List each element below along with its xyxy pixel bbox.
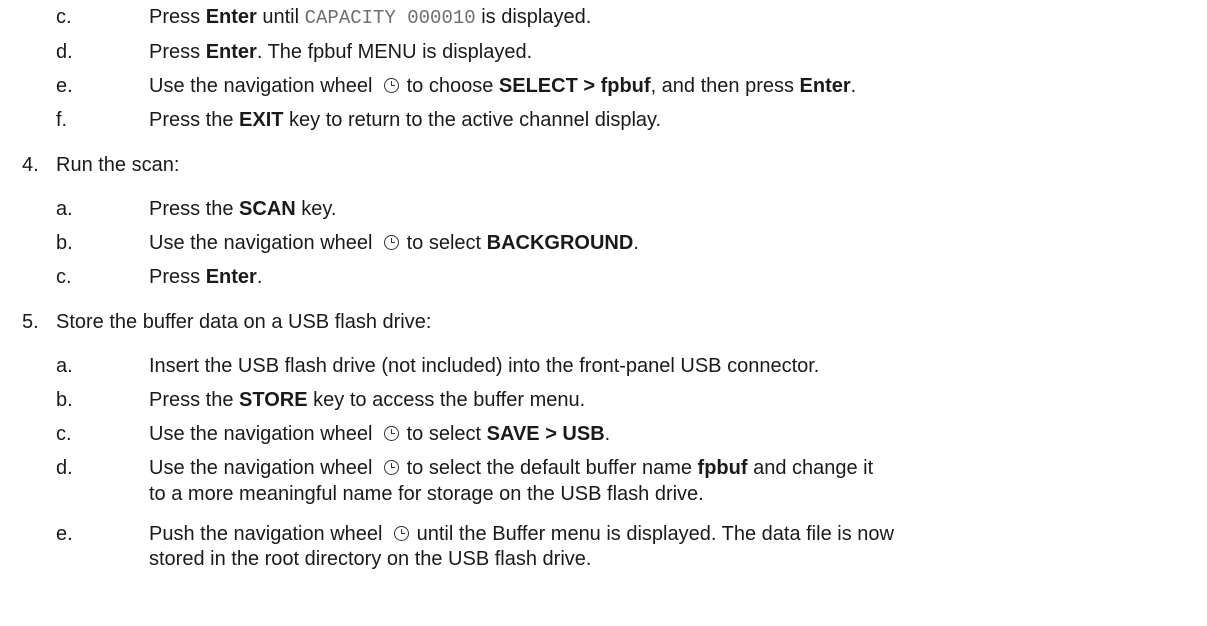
substep-5e-line2: stored in the root directory on the USB … <box>149 548 592 570</box>
step-title: Run the scan: <box>56 154 180 176</box>
menu-option: BACKGROUND <box>486 232 634 254</box>
step-number: 4. <box>22 154 39 176</box>
substep-letter: c. <box>56 423 72 445</box>
substep-letter: e. <box>56 523 73 545</box>
substep-letter: f. <box>56 109 68 131</box>
step-number: 5. <box>22 311 39 333</box>
substep-letter: d. <box>56 457 73 479</box>
key-name: SCAN <box>239 198 296 220</box>
substep-letter: e. <box>56 75 73 97</box>
substep-letter: b. <box>56 232 73 254</box>
navigation-wheel-icon <box>384 460 400 475</box>
substep-letter: c. <box>56 266 72 288</box>
navigation-wheel-icon <box>384 78 400 93</box>
key-name: Enter <box>205 6 257 28</box>
document-page: c. Press Enter until CAPACITY 000010 is … <box>22 6 894 570</box>
substep-letter: a. <box>56 355 73 377</box>
substep-5d-line2: to a more meaningful name for storage on… <box>149 483 704 505</box>
menu-path: SAVE > USB <box>486 423 605 445</box>
key-name: Enter <box>205 41 257 63</box>
display-code: CAPACITY 000010 <box>304 7 476 29</box>
substep-letter: a. <box>56 198 73 220</box>
buffer-name: fpbuf <box>697 457 748 479</box>
key-name: Enter <box>799 75 851 97</box>
substep-letter: b. <box>56 389 73 411</box>
navigation-wheel-icon <box>384 426 400 441</box>
substep-letter: d. <box>56 41 73 63</box>
menu-path: SELECT > fpbuf <box>498 75 651 97</box>
navigation-wheel-icon <box>394 526 410 541</box>
navigation-wheel-icon <box>384 235 400 250</box>
key-name: Enter <box>205 266 257 288</box>
substep-text: Insert the USB flash drive (not included… <box>149 355 820 377</box>
key-name: STORE <box>239 389 308 411</box>
substep-letter: c. <box>56 6 72 28</box>
step-title: Store the buffer data on a USB flash dri… <box>56 311 432 333</box>
key-name: EXIT <box>239 109 284 131</box>
